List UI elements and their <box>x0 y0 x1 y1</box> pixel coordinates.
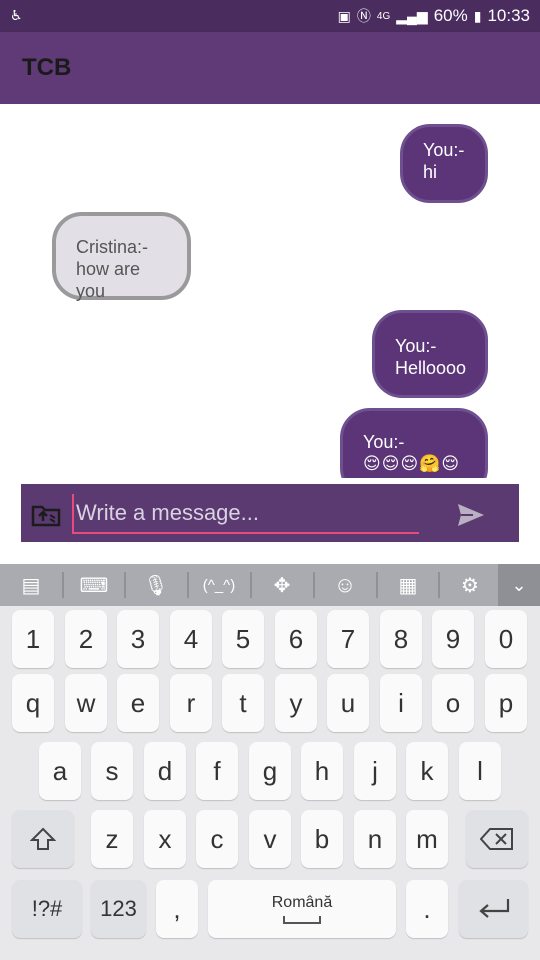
message-sender: You:- <box>363 432 405 452</box>
message-bubble[interactable]: Cristina:- how are you <box>52 212 191 301</box>
key-4[interactable]: 4 <box>170 610 212 668</box>
send-icon[interactable] <box>457 502 485 528</box>
key-3[interactable]: 3 <box>117 610 159 668</box>
message-bubble[interactable]: You:- 😌😌😌🤗😌 <box>340 408 488 478</box>
key-6[interactable]: 6 <box>275 610 317 668</box>
key-q[interactable]: q <box>12 674 54 732</box>
keyboard-toolbar: ▤ ⌨ 🎙 (^_^) ✥ ☺ ▦ ⚙ ⌄ <box>0 564 540 606</box>
key-b[interactable]: b <box>301 810 343 868</box>
key-m[interactable]: m <box>406 810 448 868</box>
key-8[interactable]: 8 <box>380 610 422 668</box>
backspace-key[interactable] <box>466 810 528 868</box>
keyboard: ▤ ⌨ 🎙 (^_^) ✥ ☺ ▦ ⚙ ⌄ 1 2 3 4 5 6 7 8 9 … <box>0 564 540 960</box>
status-bar: ♿ ▣ Ⓝ 4G ▂▄▆ 60% ▮ 10:33 <box>0 0 540 32</box>
enter-icon <box>478 899 509 918</box>
space-label: Română <box>271 894 333 911</box>
backspace-icon <box>480 828 513 850</box>
key-n[interactable]: n <box>354 810 396 868</box>
nfc-icon: Ⓝ <box>356 8 371 24</box>
app-bar: TCB <box>0 32 540 104</box>
key-h[interactable]: h <box>301 742 343 800</box>
message-text: Helloooo <box>395 358 467 378</box>
shift-icon <box>30 827 56 850</box>
hide-keyboard-icon[interactable]: ⌄ <box>498 564 540 606</box>
move-cursor-icon[interactable]: ✥ <box>260 564 304 606</box>
key-s[interactable]: s <box>91 742 133 800</box>
space-key[interactable]: Română <box>208 880 396 938</box>
message-text: hi <box>423 162 438 182</box>
accessibility-icon: ♿ <box>10 7 23 23</box>
page-title: TCB <box>22 54 72 81</box>
attach-icon[interactable] <box>31 501 61 527</box>
key-k[interactable]: k <box>406 742 448 800</box>
key-r[interactable]: r <box>170 674 212 732</box>
message-bubble[interactable]: You:- Helloooo <box>372 310 488 398</box>
status-right: ▣ Ⓝ 4G ▂▄▆ 60% ▮ 10:33 <box>338 6 530 26</box>
key-y[interactable]: y <box>275 674 317 732</box>
emoji-icon[interactable]: ☺ <box>323 564 367 606</box>
battery-icon: ▮ <box>473 8 482 24</box>
key-2[interactable]: 2 <box>65 610 107 668</box>
keyboard-icon[interactable]: ⌨ <box>72 564 116 606</box>
key-o[interactable]: o <box>432 674 474 732</box>
key-5[interactable]: 5 <box>222 610 264 668</box>
key-l[interactable]: l <box>459 742 501 800</box>
key-w[interactable]: w <box>65 674 107 732</box>
key-e[interactable]: e <box>117 674 159 732</box>
symbols-key[interactable]: !?# <box>12 880 82 938</box>
key-f[interactable]: f <box>196 742 238 800</box>
key-9[interactable]: 9 <box>432 610 474 668</box>
signal-icon: ▂▄▆ <box>396 8 428 24</box>
key-d[interactable]: d <box>144 742 186 800</box>
key-x[interactable]: x <box>144 810 186 868</box>
message-text: 😌😌😌🤗😌 <box>363 454 461 473</box>
comma-key[interactable]: , <box>156 880 198 938</box>
message-sender: You:- <box>395 336 437 356</box>
key-j[interactable]: j <box>354 742 396 800</box>
period-key[interactable]: . <box>406 880 448 938</box>
clock: 10:33 <box>487 6 530 25</box>
key-u[interactable]: u <box>327 674 369 732</box>
numbers-key[interactable]: 123 <box>91 880 146 938</box>
message-bubble[interactable]: You:- hi <box>400 124 488 203</box>
key-z[interactable]: z <box>91 810 133 868</box>
key-1[interactable]: 1 <box>12 610 54 668</box>
enter-key[interactable] <box>459 880 528 938</box>
space-bar-icon <box>283 916 321 924</box>
message-composer: Write a message... <box>21 484 519 542</box>
settings-icon[interactable]: ⚙ <box>448 564 492 606</box>
key-v[interactable]: v <box>249 810 291 868</box>
key-7[interactable]: 7 <box>327 610 369 668</box>
clipboard-icon[interactable]: ▤ <box>10 564 52 606</box>
shift-key[interactable] <box>12 810 74 868</box>
lock-icon: ▣ <box>337 8 351 24</box>
kaomoji-button[interactable]: (^_^) <box>192 564 246 606</box>
key-t[interactable]: t <box>222 674 264 732</box>
chat-list[interactable]: You:- hi Cristina:- how are you You:- He… <box>0 104 540 478</box>
message-text: how are you <box>76 259 141 301</box>
key-i[interactable]: i <box>380 674 422 732</box>
key-g[interactable]: g <box>249 742 291 800</box>
microphone-icon[interactable]: 🎙 <box>134 564 178 606</box>
battery-percent: 60% <box>433 6 468 25</box>
message-sender: Cristina:- <box>76 237 149 257</box>
message-input[interactable]: Write a message... <box>72 494 419 534</box>
key-a[interactable]: a <box>39 742 81 800</box>
message-sender: You:- <box>423 140 465 160</box>
one-hand-icon[interactable]: ▦ <box>386 564 430 606</box>
key-0[interactable]: 0 <box>485 610 527 668</box>
key-p[interactable]: p <box>485 674 527 732</box>
network-type: 4G <box>376 10 391 22</box>
key-c[interactable]: c <box>196 810 238 868</box>
